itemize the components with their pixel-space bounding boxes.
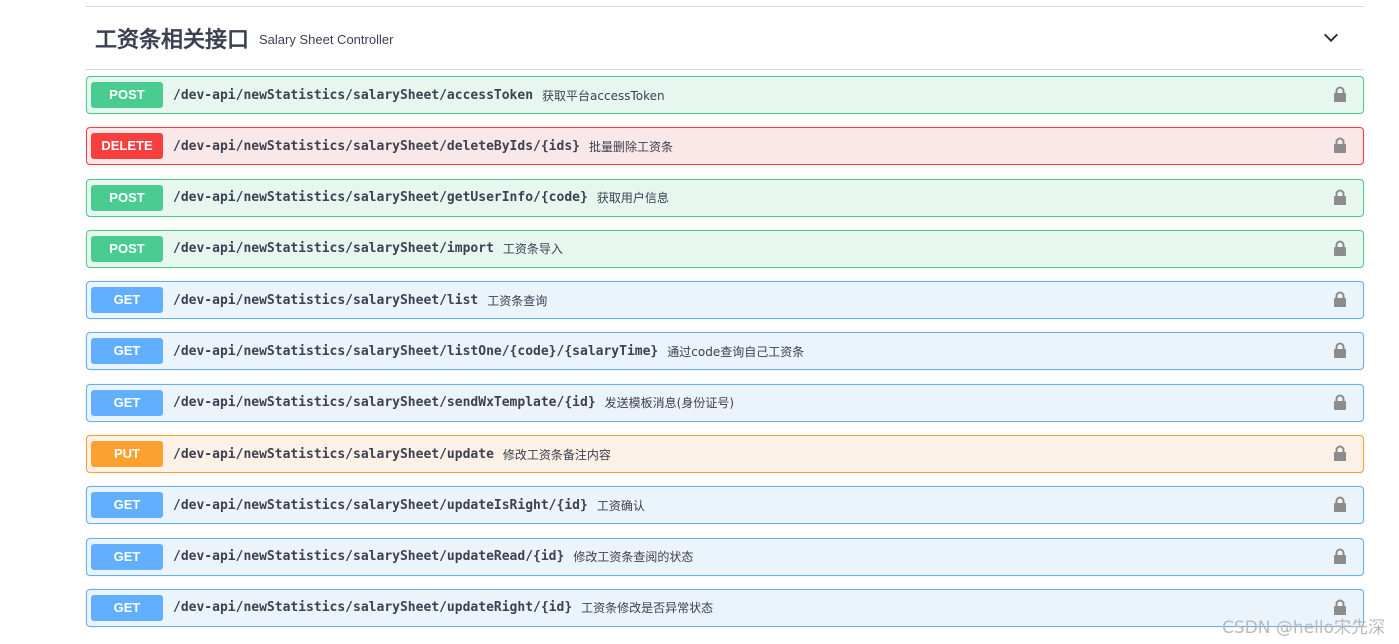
method-badge: GET [91, 287, 163, 314]
operation-row[interactable]: GET /dev-api/newStatistics/salarySheet/s… [86, 383, 1364, 422]
operation-path: /dev-api/newStatistics/salarySheet/updat… [173, 600, 573, 616]
method-badge: GET [91, 389, 163, 416]
operation-summary: 工资条修改是否异常状态 [581, 601, 714, 616]
operation-row[interactable]: GET /dev-api/newStatistics/salarySheet/l… [86, 281, 1364, 320]
operation-path: /dev-api/newStatistics/salarySheet/listO… [173, 343, 659, 359]
method-badge: POST [91, 235, 163, 262]
method-badge: POST [91, 184, 163, 211]
lock-icon[interactable] [1333, 137, 1347, 154]
method-badge: GET [91, 543, 163, 570]
operation-row[interactable]: GET /dev-api/newStatistics/salarySheet/u… [86, 588, 1364, 627]
operation-path: /dev-api/newStatistics/salarySheet/acces… [173, 87, 534, 103]
lock-icon[interactable] [1333, 342, 1347, 359]
operation-summary: 工资确认 [596, 498, 645, 513]
section-header[interactable]: 工资条相关接口 Salary Sheet Controller [86, 7, 1364, 70]
operation-path: /dev-api/newStatistics/salarySheet/updat… [173, 497, 588, 513]
operation-summary: 修改工资条查阅的状态 [573, 550, 694, 565]
operation-summary: 通过code查询自己工资条 [667, 344, 805, 359]
lock-icon[interactable] [1333, 548, 1347, 565]
section-title: 工资条相关接口 [95, 28, 250, 53]
method-badge: GET [91, 594, 163, 621]
operation-summary: 修改工资条备注内容 [502, 447, 611, 462]
operation-row[interactable]: GET /dev-api/newStatistics/salarySheet/u… [86, 486, 1364, 525]
operation-path: /dev-api/newStatistics/salarySheet/impor… [173, 241, 494, 257]
operation-path: /dev-api/newStatistics/salarySheet/list [173, 292, 479, 308]
lock-icon[interactable] [1333, 240, 1347, 257]
section-description: Salary Sheet Controller [259, 31, 394, 47]
operation-summary: 获取用户信息 [596, 191, 669, 206]
operation-summary: 获取平台accessToken [542, 88, 665, 103]
lock-icon[interactable] [1333, 291, 1347, 308]
swagger-page: 工资条相关接口 Salary Sheet Controller POST /de… [0, 0, 1399, 644]
operation-path: /dev-api/newStatistics/salarySheet/getUs… [173, 190, 588, 206]
operation-row[interactable]: POST /dev-api/newStatistics/salarySheet/… [86, 178, 1364, 217]
operation-path: /dev-api/newStatistics/salarySheet/updat… [173, 446, 494, 462]
method-badge: GET [91, 492, 163, 519]
operation-row[interactable]: POST /dev-api/newStatistics/salarySheet/… [86, 229, 1364, 268]
operations-list: POST /dev-api/newStatistics/salarySheet/… [86, 76, 1364, 640]
operation-summary: 工资条查询 [487, 293, 548, 308]
method-badge: PUT [91, 441, 163, 468]
operation-path: /dev-api/newStatistics/salarySheet/delet… [173, 138, 580, 154]
operation-path: /dev-api/newStatistics/salarySheet/sendW… [173, 395, 596, 411]
lock-icon[interactable] [1333, 394, 1347, 411]
operation-path: /dev-api/newStatistics/salarySheet/updat… [173, 549, 565, 565]
lock-icon[interactable] [1333, 445, 1347, 462]
method-badge: GET [91, 338, 163, 365]
method-badge: DELETE [91, 133, 163, 160]
watermark: CSDN @hello宋先深 [1222, 618, 1385, 638]
operation-summary: 工资条导入 [502, 242, 563, 257]
lock-icon[interactable] [1333, 86, 1347, 103]
chevron-down-icon[interactable] [1322, 29, 1340, 47]
operation-row[interactable]: PUT /dev-api/newStatistics/salarySheet/u… [86, 435, 1364, 474]
operation-row[interactable]: POST /dev-api/newStatistics/salarySheet/… [86, 76, 1364, 114]
lock-icon[interactable] [1333, 496, 1347, 513]
operation-summary: 发送模板消息(身份证号) [604, 396, 735, 411]
operation-row[interactable]: GET /dev-api/newStatistics/salarySheet/u… [86, 537, 1364, 576]
method-badge: POST [91, 82, 163, 108]
lock-icon[interactable] [1333, 189, 1347, 206]
operation-row[interactable]: GET /dev-api/newStatistics/salarySheet/l… [86, 332, 1364, 371]
operation-summary: 批量删除工资条 [589, 139, 674, 154]
operation-row[interactable]: DELETE /dev-api/newStatistics/salaryShee… [86, 127, 1364, 166]
